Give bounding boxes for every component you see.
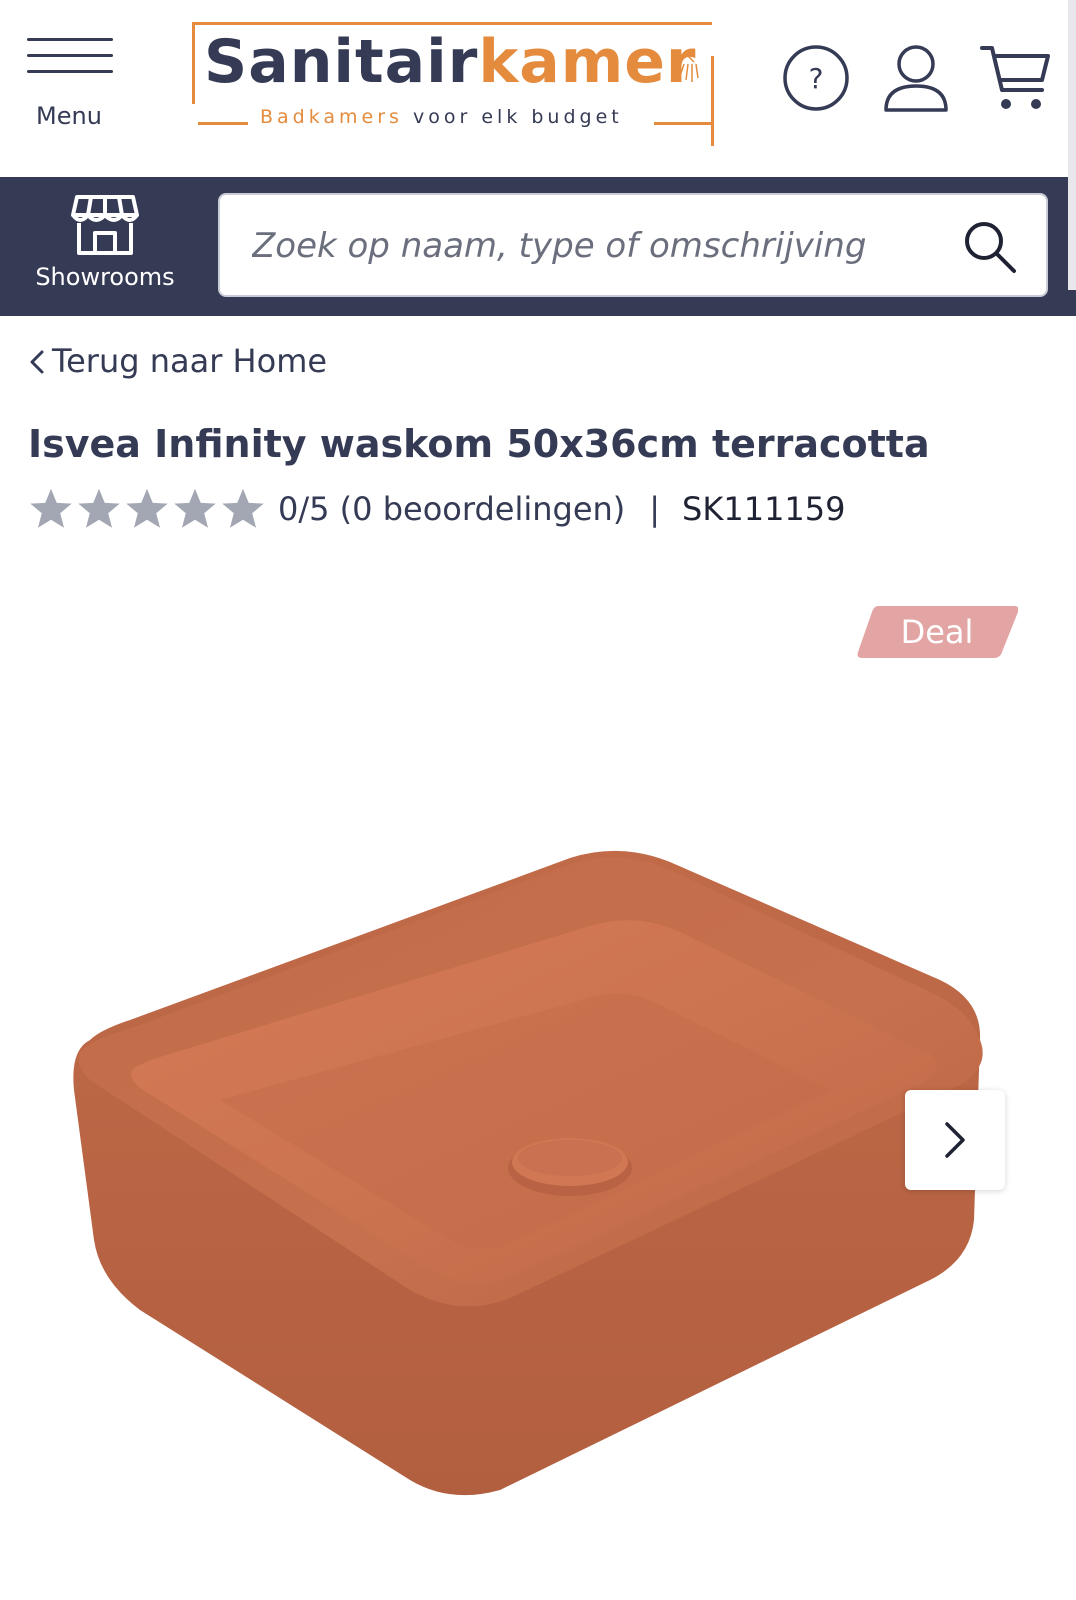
hamburger-line (27, 54, 113, 57)
menu-button[interactable]: Menu (22, 34, 116, 134)
help-icon: ? (783, 45, 849, 111)
menu-label: Menu (36, 102, 102, 130)
search-bar: Showrooms (0, 177, 1076, 316)
star-icon (30, 488, 72, 528)
scrollbar[interactable] (1068, 0, 1076, 290)
hamburger-icon (27, 38, 113, 41)
search-input[interactable] (250, 195, 934, 297)
logo-tagline: Badkamers voor elk budget (260, 108, 623, 127)
back-link-label: Terug naar Home (52, 342, 328, 380)
rating-text[interactable]: 0/5 (0 beoordelingen) (278, 490, 625, 528)
star-icon (126, 488, 168, 528)
account-button[interactable] (882, 44, 950, 114)
cart-icon (980, 46, 1050, 109)
star-icon (174, 488, 216, 528)
site-logo[interactable]: Sanitairkamer Badkamers voor elk budget (190, 20, 722, 146)
help-button[interactable]: ? (782, 44, 850, 112)
showrooms-label: Showrooms (35, 263, 175, 291)
rating-row: 0/5 (0 beoordelingen) | SK111159 (28, 484, 846, 534)
logo-tagline-rest: voor elk budget (413, 106, 623, 128)
rating-separator: | (649, 490, 661, 528)
logo-frame (654, 122, 714, 125)
deal-badge-label: Deal (900, 613, 974, 651)
product-image[interactable] (30, 840, 1020, 1540)
showrooms-button[interactable]: Showrooms (0, 177, 210, 316)
star-icon (222, 488, 264, 528)
logo-frame (711, 56, 714, 146)
star-icon (78, 488, 120, 528)
search-icon[interactable] (962, 219, 1018, 275)
hamburger-line (27, 70, 113, 73)
logo-wordmark: Sanitairkamer (204, 32, 697, 92)
chevron-right-icon (945, 1122, 965, 1158)
logo-frame (192, 22, 712, 25)
shower-icon (677, 55, 699, 82)
washbasin-image (73, 850, 983, 1496)
product-title: Isvea Infinity waskom 50x36cm terracotta (28, 422, 930, 466)
site-header: Menu Sanitairkamer Badkamers voor elk bu… (0, 0, 1076, 177)
back-link[interactable]: Terug naar Home (28, 342, 327, 380)
chevron-left-icon (30, 350, 44, 374)
logo-frame (192, 22, 195, 104)
search-box (218, 193, 1048, 297)
logo-part-kamer: kamer (478, 27, 697, 97)
product-sku: SK111159 (682, 490, 846, 528)
image-next-button[interactable] (905, 1090, 1005, 1190)
deal-badge: Deal (856, 606, 1018, 658)
svg-text:?: ? (809, 62, 824, 95)
logo-part-sanitair: Sanitair (204, 27, 479, 97)
cart-button[interactable] (980, 42, 1052, 114)
store-icon (71, 195, 139, 255)
star-rating[interactable] (28, 486, 266, 532)
logo-tagline-badkamers: Badkamers (260, 106, 403, 128)
account-icon (884, 45, 948, 112)
logo-frame (198, 122, 248, 125)
